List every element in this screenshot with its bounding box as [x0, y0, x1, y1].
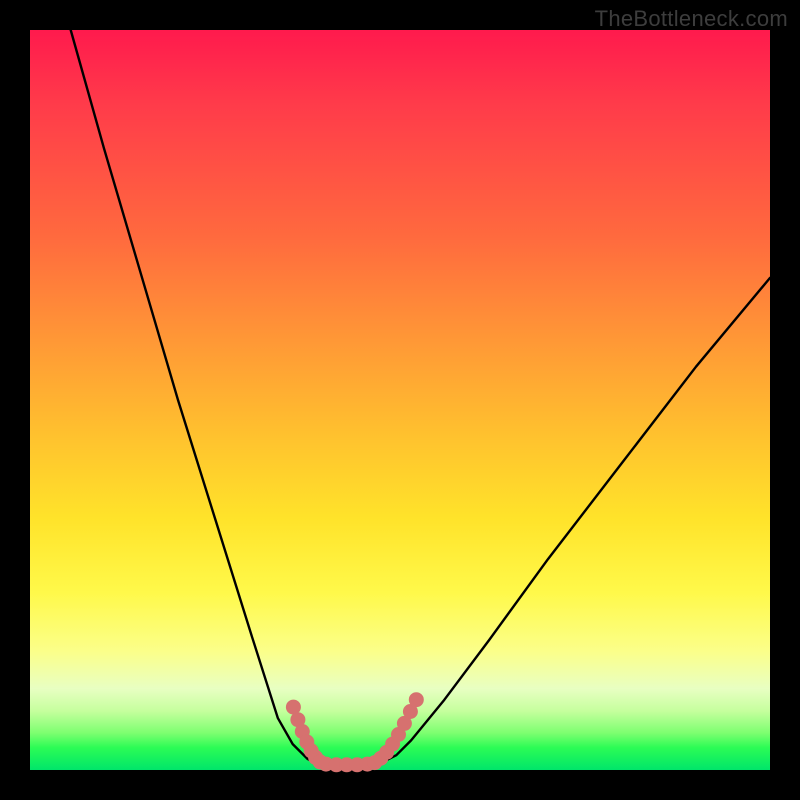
valley-marker [409, 692, 424, 707]
bottleneck-curve [71, 30, 770, 765]
chart-frame: TheBottleneck.com [0, 0, 800, 800]
valley-marker-group [286, 692, 424, 772]
watermark-text: TheBottleneck.com [595, 6, 788, 32]
plot-area [30, 30, 770, 770]
curve-layer [30, 30, 770, 770]
